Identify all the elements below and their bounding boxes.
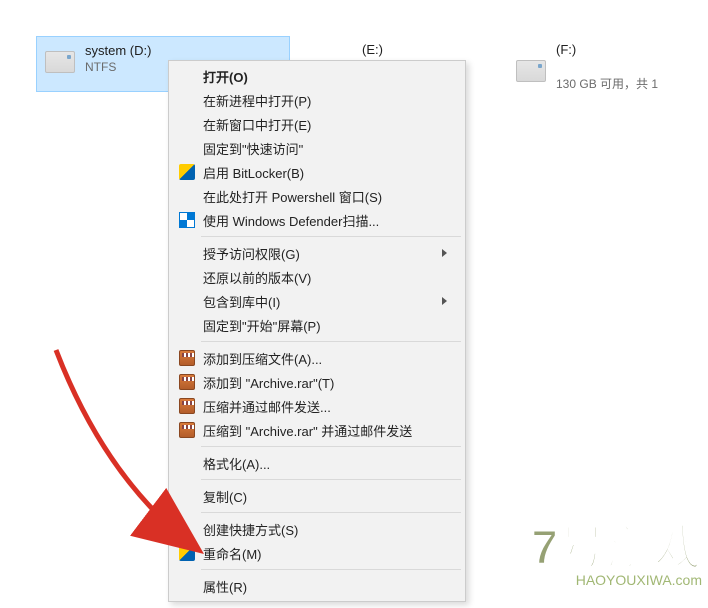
menu-include-library[interactable]: 包含到库中(I) xyxy=(171,289,463,313)
menu-open[interactable]: 打开(O) xyxy=(171,64,463,88)
drive-f[interactable]: (F:) 130 GB 可用，共 1 xyxy=(508,36,668,92)
rar-icon xyxy=(179,398,195,414)
menu-restore-versions[interactable]: 还原以前的版本(V) xyxy=(171,265,463,289)
defender-icon xyxy=(179,212,195,228)
submenu-arrow-icon xyxy=(442,249,447,257)
drive-name: system (D:) xyxy=(85,43,151,58)
disk-icon xyxy=(516,60,546,82)
menu-add-archive-rar[interactable]: 添加到 "Archive.rar"(T) xyxy=(171,370,463,394)
menu-pin-start[interactable]: 固定到"开始"屏幕(P) xyxy=(171,313,463,337)
menu-compress-rar-email[interactable]: 压缩到 "Archive.rar" 并通过邮件发送 xyxy=(171,418,463,442)
submenu-arrow-icon xyxy=(442,297,447,305)
menu-rename[interactable]: 重命名(M) xyxy=(171,541,463,565)
disk-icon xyxy=(45,51,75,73)
menu-separator xyxy=(201,446,461,447)
menu-separator xyxy=(201,341,461,342)
menu-powershell[interactable]: 在此处打开 Powershell 窗口(S) xyxy=(171,184,463,208)
menu-create-shortcut[interactable]: 创建快捷方式(S) xyxy=(171,517,463,541)
drive-sub: NTFS xyxy=(85,60,151,74)
menu-bitlocker[interactable]: 启用 BitLocker(B) xyxy=(171,160,463,184)
rar-icon xyxy=(179,374,195,390)
menu-grant-access[interactable]: 授予访问权限(G) xyxy=(171,241,463,265)
menu-add-archive[interactable]: 添加到压缩文件(A)... xyxy=(171,346,463,370)
menu-separator xyxy=(201,512,461,513)
menu-compress-email[interactable]: 压缩并通过邮件发送... xyxy=(171,394,463,418)
menu-separator xyxy=(201,479,461,480)
drive-sub: 130 GB 可用，共 1 xyxy=(556,75,658,92)
drive-name: (E:) xyxy=(362,42,462,57)
shield-icon xyxy=(179,164,195,180)
drive-name: (F:) xyxy=(556,42,658,57)
menu-format[interactable]: 格式化(A)... xyxy=(171,451,463,475)
shield-icon xyxy=(179,545,195,561)
watermark: 7号游戏 HAOYOUXIWA.com xyxy=(531,508,702,588)
menu-pin-quick-access[interactable]: 固定到"快速访问" xyxy=(171,136,463,160)
menu-open-new-window[interactable]: 在新窗口中打开(E) xyxy=(171,112,463,136)
rar-icon xyxy=(179,350,195,366)
context-menu: 打开(O) 在新进程中打开(P) 在新窗口中打开(E) 固定到"快速访问" 启用… xyxy=(168,60,466,602)
menu-separator xyxy=(201,569,461,570)
menu-copy[interactable]: 复制(C) xyxy=(171,484,463,508)
menu-open-new-process[interactable]: 在新进程中打开(P) xyxy=(171,88,463,112)
watermark-big: 7号游戏 xyxy=(531,508,702,578)
menu-separator xyxy=(201,236,461,237)
rar-icon xyxy=(179,422,195,438)
menu-defender[interactable]: 使用 Windows Defender扫描... xyxy=(171,208,463,232)
menu-properties[interactable]: 属性(R) xyxy=(171,574,463,598)
